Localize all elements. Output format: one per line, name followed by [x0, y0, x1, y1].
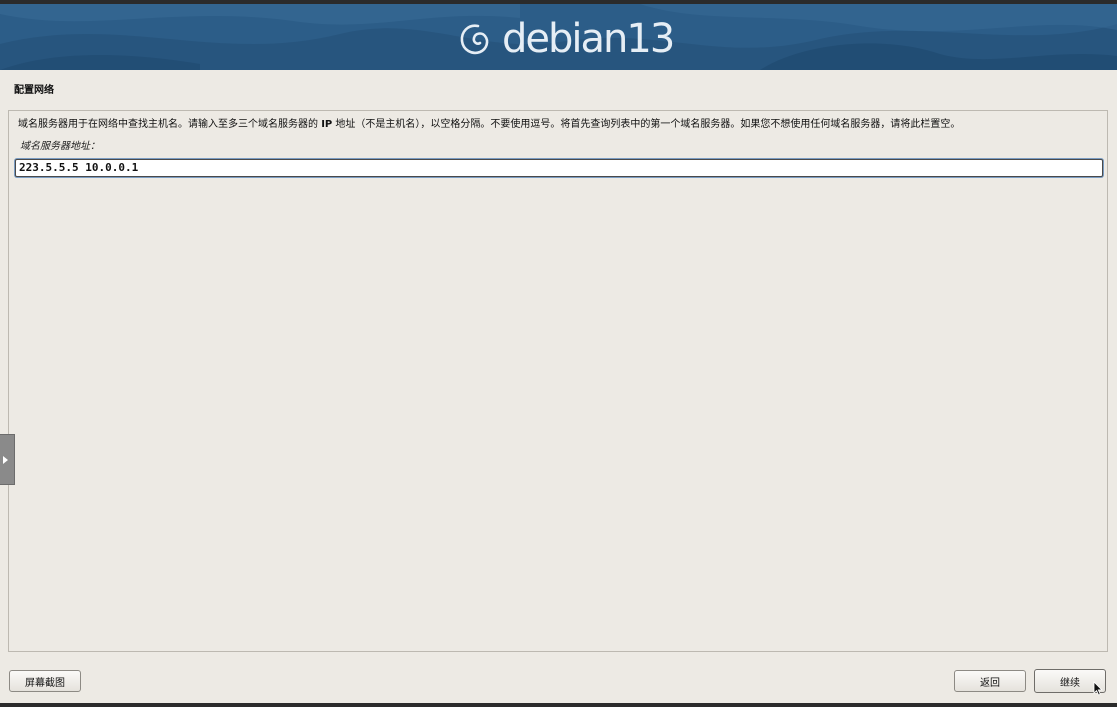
installer-banner: debian 13 [0, 4, 1117, 70]
description-text-2: 地址（不是主机名），以空格分隔。不要使用逗号。将首先查询列表中的第一个域名服务器… [332, 119, 961, 130]
dns-server-input[interactable] [15, 159, 1103, 177]
dns-field-label: 域名服务器地址： [20, 141, 100, 152]
description-text-1: 域名服务器用于在网络中查找主机名。请输入至多三个域名服务器的 [18, 119, 322, 130]
mouse-pointer-icon [1093, 681, 1103, 696]
brand-name: debian [502, 16, 628, 62]
side-panel-toggle[interactable] [0, 434, 15, 485]
content-panel [8, 110, 1108, 652]
debian-logo: debian 13 [456, 14, 675, 64]
screenshot-button[interactable]: 屏幕截图 [9, 670, 81, 692]
play-triangle-icon [3, 456, 8, 464]
back-button[interactable]: 返回 [954, 670, 1026, 692]
brand-version: 13 [626, 16, 675, 62]
bottom-border [0, 703, 1117, 707]
debian-swirl-icon [460, 24, 489, 55]
description-ip: IP [321, 119, 333, 130]
page-title: 配置网络 [14, 85, 54, 96]
dns-description: 域名服务器用于在网络中查找主机名。请输入至多三个域名服务器的 IP 地址（不是主… [18, 118, 1108, 132]
